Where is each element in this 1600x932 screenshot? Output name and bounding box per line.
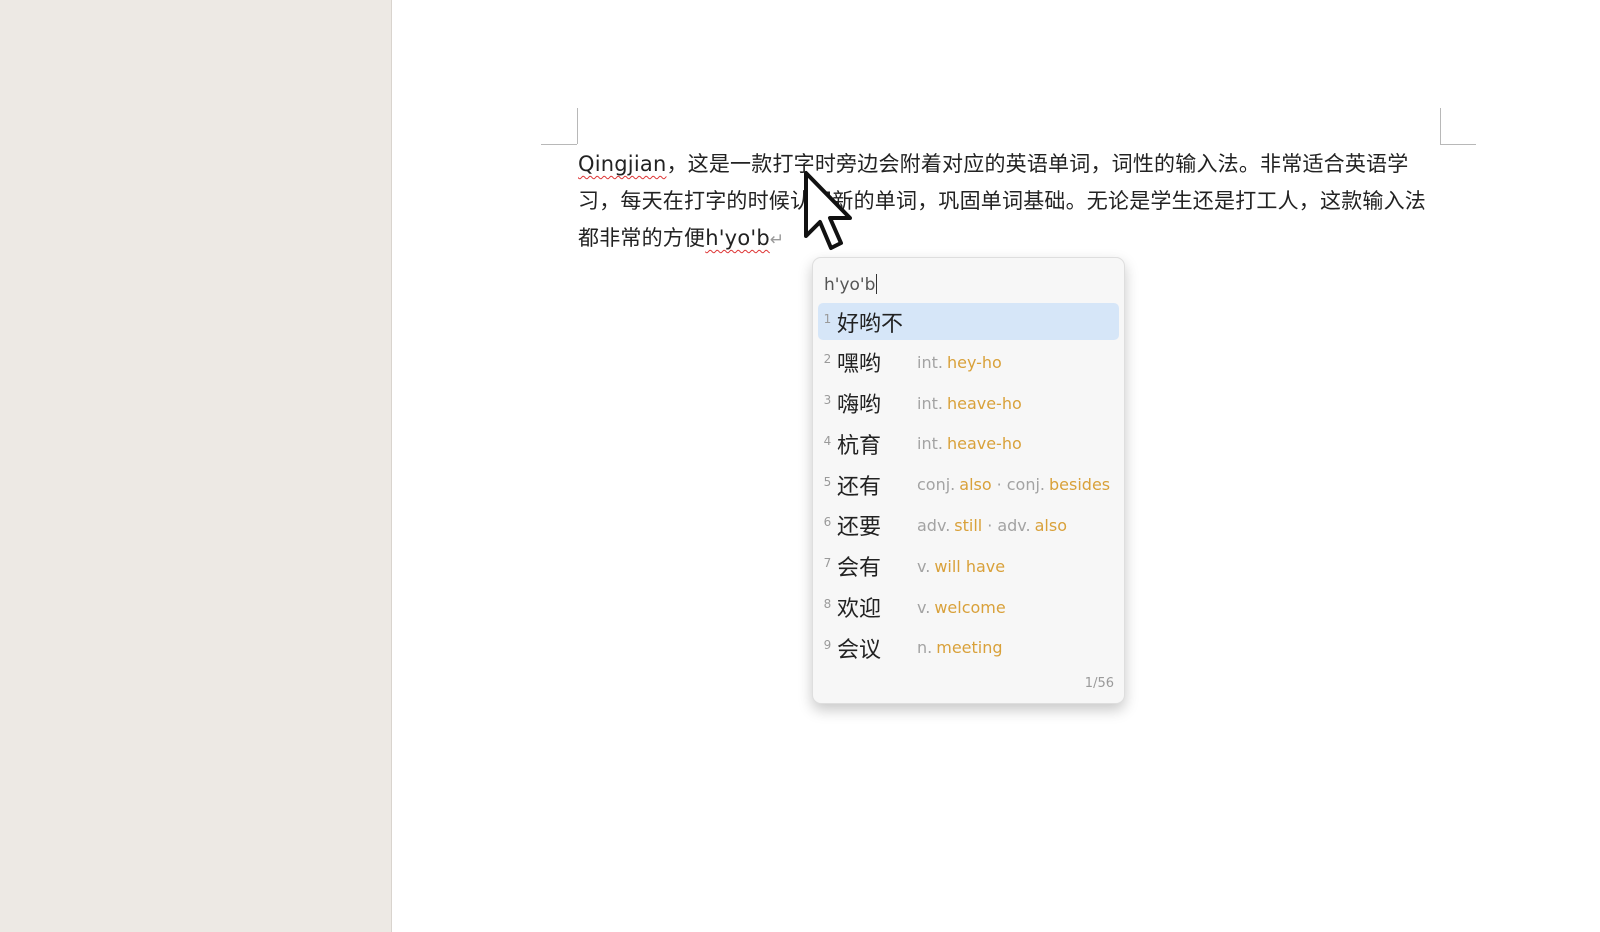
part-of-speech: int. bbox=[917, 393, 943, 413]
crop-mark-top-right bbox=[1440, 144, 1476, 145]
english-translation: also bbox=[959, 475, 992, 495]
part-of-speech: adv. bbox=[917, 515, 951, 535]
candidate-item[interactable]: 7 会有 v. will have bbox=[818, 548, 1119, 585]
candidate-word: 会议 bbox=[837, 637, 882, 663]
candidate-item[interactable]: 4 杭育 int. heave-ho bbox=[818, 425, 1119, 462]
ime-candidate-window: h'yo'b 1 好哟不 2 嘿哟 int. hey-ho 3 嗨哟 int. heave-ho 4… bbox=[812, 257, 1125, 704]
candidate-word: 还有 bbox=[837, 474, 882, 500]
candidate-item[interactable]: 8 欢迎 v. welcome bbox=[818, 589, 1119, 626]
part-of-speech: adv. bbox=[997, 515, 1031, 535]
english-translation: welcome bbox=[934, 597, 1006, 617]
part-of-speech: v. bbox=[917, 556, 931, 576]
english-translation: meeting bbox=[936, 638, 1003, 658]
candidate-number: 6 bbox=[823, 515, 832, 530]
english-translation: besides bbox=[1049, 475, 1111, 495]
candidate-word: 嗨哟 bbox=[837, 393, 882, 419]
candidate-number: 9 bbox=[823, 637, 832, 652]
ime-composition-text: h'yo'b bbox=[824, 275, 876, 295]
candidate-word: 好哟不 bbox=[837, 311, 904, 337]
english-translation: heave-ho bbox=[946, 434, 1022, 454]
part-of-speech: int. bbox=[917, 434, 943, 454]
part-of-speech: v. bbox=[917, 597, 931, 617]
candidate-gloss: int. heave-ho bbox=[917, 394, 1022, 413]
text-caret bbox=[876, 274, 878, 294]
gloss-separator: · bbox=[996, 475, 1002, 495]
candidate-item[interactable]: 9 会议 n. meeting bbox=[818, 629, 1119, 666]
candidate-item[interactable]: 2 嘿哟 int. hey-ho bbox=[818, 344, 1119, 381]
candidate-number: 8 bbox=[823, 597, 832, 612]
misspelled-word: Qingjian bbox=[578, 152, 667, 176]
candidate-number: 2 bbox=[823, 352, 832, 367]
part-of-speech: int. bbox=[917, 352, 943, 372]
document-paragraph[interactable]: Qingjian，这是一款打字时旁边会附着对应的英语单词，词性的输入法。非常适合… bbox=[578, 146, 1440, 259]
candidate-word: 杭育 bbox=[837, 433, 882, 459]
candidate-gloss: n. meeting bbox=[917, 638, 1003, 657]
candidate-number: 7 bbox=[823, 556, 832, 571]
english-translation: also bbox=[1034, 515, 1067, 535]
part-of-speech: n. bbox=[917, 638, 933, 658]
candidate-gloss: int. hey-ho bbox=[917, 353, 1002, 372]
candidate-word: 还要 bbox=[837, 515, 882, 541]
candidate-number: 4 bbox=[823, 433, 832, 448]
candidate-gloss: conj. also · conj. besides bbox=[917, 475, 1110, 494]
candidate-word: 会有 bbox=[837, 556, 882, 582]
candidate-gloss: int. heave-ho bbox=[917, 434, 1022, 453]
left-panel bbox=[0, 0, 392, 932]
crop-mark-top-right bbox=[1440, 108, 1441, 144]
gloss-separator: · bbox=[987, 515, 993, 535]
ime-composition: h'yo'b bbox=[824, 274, 878, 295]
crop-mark-top-left bbox=[541, 144, 577, 145]
part-of-speech: conj. bbox=[1006, 475, 1045, 495]
candidate-item[interactable]: 3 嗨哟 int. heave-ho bbox=[818, 385, 1119, 422]
english-translation: will have bbox=[934, 556, 1006, 576]
arrow-cursor-icon bbox=[804, 171, 852, 250]
english-translation: still bbox=[954, 515, 983, 535]
candidate-item[interactable]: 5 还有 conj. also · conj. besides bbox=[818, 466, 1119, 503]
english-translation: hey-ho bbox=[946, 352, 1002, 372]
candidate-gloss: v. welcome bbox=[917, 598, 1006, 617]
candidate-number: 3 bbox=[823, 393, 832, 408]
crop-mark-top-left bbox=[577, 108, 578, 144]
candidate-number: 5 bbox=[823, 474, 832, 489]
candidate-gloss: v. will have bbox=[917, 557, 1005, 576]
paragraph-mark-icon: ↵ bbox=[769, 230, 785, 250]
candidate-list: 1 好哟不 2 嘿哟 int. hey-ho 3 嗨哟 int. heave-ho 4 杭育 int. h… bbox=[818, 303, 1119, 670]
candidate-gloss: adv. still · adv. also bbox=[917, 516, 1067, 535]
candidate-word: 欢迎 bbox=[837, 597, 882, 623]
candidate-item[interactable]: 1 好哟不 bbox=[818, 303, 1119, 340]
part-of-speech: conj. bbox=[917, 475, 956, 495]
candidate-item[interactable]: 6 还要 adv. still · adv. also bbox=[818, 507, 1119, 544]
page-indicator: 1/56 bbox=[1084, 676, 1114, 691]
candidate-number: 1 bbox=[823, 311, 832, 326]
candidate-word: 嘿哟 bbox=[837, 352, 882, 378]
composing-text: h'yo'b bbox=[705, 226, 770, 250]
english-translation: heave-ho bbox=[946, 393, 1022, 413]
